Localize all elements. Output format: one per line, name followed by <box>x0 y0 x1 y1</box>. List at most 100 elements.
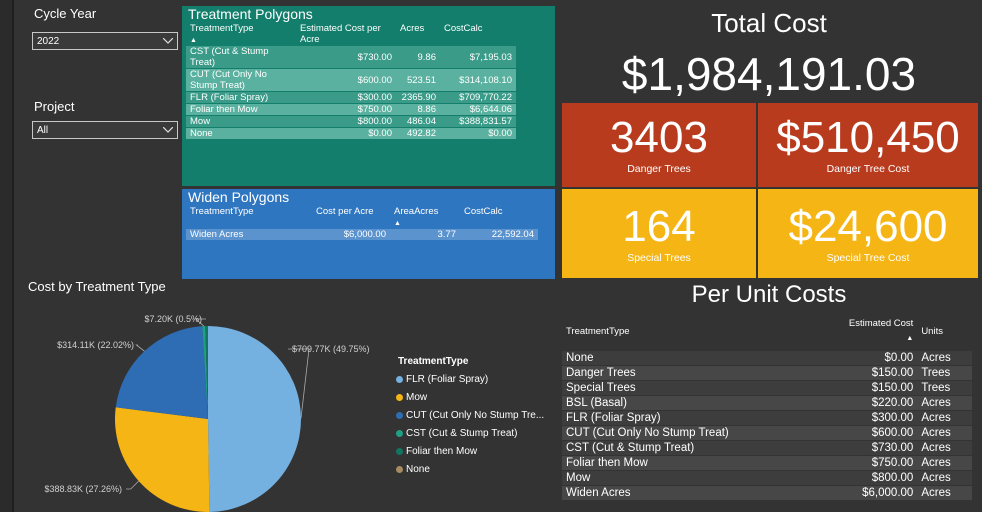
col-header[interactable]: AreaAcres ▲ <box>390 206 460 228</box>
cell: $300.00 <box>811 411 918 425</box>
cell: Acres <box>917 456 972 470</box>
table-row[interactable]: Widen Acres $6,000.00 Acres <box>562 486 972 500</box>
table-row[interactable]: Mow $800.00 486.04 $388,831.57 <box>186 116 516 127</box>
table-row[interactable]: Foliar then Mow $750.00 8.86 $6,644.06 <box>186 104 516 115</box>
pie-leader-line <box>135 344 145 352</box>
cell: Acres <box>917 411 972 425</box>
left-collapsed-pane <box>0 0 14 512</box>
pie-legend: FLR (Foliar Spray) Mow CUT (Cut Only No St… <box>396 370 544 478</box>
legend-dot-icon <box>396 393 403 401</box>
chevron-down-icon <box>162 125 174 136</box>
pie-slice[interactable] <box>114 407 210 512</box>
legend-dot-icon <box>396 411 403 419</box>
project-dropdown[interactable]: All <box>32 121 178 139</box>
cycle-year-dropdown[interactable]: 2022 <box>32 32 178 50</box>
chevron-down-icon <box>162 36 174 47</box>
cell: Widen Acres <box>562 486 812 500</box>
cell: $600.00 <box>811 426 918 440</box>
treatment-polygons-panel: Treatment Polygons TreatmentType ▲ Estima… <box>182 6 555 186</box>
cell: Mow <box>186 116 296 127</box>
pie-data-label: $7.20K (0.5%) <box>144 314 202 324</box>
total-cost-value: $1,984,191.03 <box>621 48 917 100</box>
table-row[interactable]: Danger Trees $150.00 Trees <box>562 366 972 380</box>
cell: Foliar then Mow <box>562 456 812 470</box>
cell: Acres <box>917 441 972 455</box>
cell: FLR (Foliar Spray) <box>186 92 296 103</box>
cell: $730.00 <box>811 441 918 455</box>
danger-tree-cost-card: $510,450 Danger Tree Cost <box>758 103 978 187</box>
table-row[interactable]: CST (Cut & Stump Treat) $730.00 Acres <box>562 441 972 455</box>
pie-data-label: $314.11K (22.02%) <box>57 340 134 350</box>
cell: $7,195.03 <box>440 46 516 68</box>
col-header[interactable]: CostCalc <box>440 23 516 45</box>
table-row[interactable]: FLR (Foliar Spray) $300.00 Acres <box>562 411 972 425</box>
col-header[interactable]: TreatmentType ▲ <box>186 23 296 45</box>
sort-asc-icon: ▲ <box>190 37 197 44</box>
col-header[interactable]: Units <box>917 317 972 350</box>
special-trees-value: 164 <box>622 201 696 251</box>
table-row[interactable]: Special Trees $150.00 Trees <box>562 381 972 395</box>
col-header[interactable]: TreatmentType <box>562 317 812 350</box>
cell: $314,108.10 <box>440 69 516 91</box>
cell: $730.00 <box>296 46 396 68</box>
danger-trees-card: 3403 Danger Trees <box>562 103 756 187</box>
legend-dot-icon <box>396 429 403 437</box>
cell: $0.00 <box>440 128 516 139</box>
legend-item[interactable]: CUT (Cut Only No Stump Tre... <box>396 406 544 424</box>
col-header[interactable]: Estimated Cost ▲ <box>812 317 918 350</box>
legend-item[interactable]: CST (Cut & Stump Treat) <box>396 424 544 442</box>
cell: $300.00 <box>296 92 396 103</box>
cell: Danger Trees <box>562 366 812 380</box>
legend-item[interactable]: Mow <box>396 388 544 406</box>
cell: 9.86 <box>396 46 440 68</box>
treatment-polygons-title: Treatment Polygons <box>188 6 313 22</box>
danger-trees-value: 3403 <box>610 113 708 162</box>
pie-slice[interactable] <box>208 326 302 512</box>
table-row[interactable]: BSL (Basal) $220.00 Acres <box>562 396 972 410</box>
pie-data-label: $709.77K (49.75%) <box>292 344 370 354</box>
cell: $0.00 <box>811 351 918 365</box>
cell: Acres <box>917 486 972 500</box>
cell: 8.86 <box>396 104 440 115</box>
table-row[interactable]: None $0.00 492.82 $0.00 <box>186 128 516 139</box>
pie-chart: $709.77K (49.75%) $388.83K (27.26%) $314.1… <box>44 314 370 512</box>
col-header[interactable]: TreatmentType <box>186 206 312 228</box>
table-row[interactable]: Widen Acres $6,000.00 3.77 22,592.04 <box>186 229 538 240</box>
treatment-polygons-table: TreatmentType ▲ Estimated Cost per Acre A… <box>186 22 516 140</box>
legend-label: Mow <box>406 391 428 403</box>
special-tree-cost-label: Special Tree Cost <box>826 251 910 264</box>
legend-label: Foliar then Mow <box>406 445 478 457</box>
col-header[interactable]: Estimated Cost per Acre <box>296 23 396 45</box>
cell: Acres <box>917 351 972 365</box>
sort-asc-icon: ▲ <box>906 335 914 342</box>
cell: $750.00 <box>811 456 918 470</box>
table-row[interactable]: CST (Cut & Stump Treat) $730.00 9.86 $7,195… <box>186 46 516 68</box>
table-row[interactable]: Mow $800.00 Acres <box>562 471 972 485</box>
table-row[interactable]: FLR (Foliar Spray) $300.00 2365.90 $709,770… <box>186 92 516 103</box>
cell: CUT (Cut Only No Stump Treat) <box>186 69 296 91</box>
legend-item[interactable]: None <box>396 460 544 478</box>
legend-dot-icon <box>396 375 403 383</box>
table-row[interactable]: None $0.00 Acres <box>562 351 972 365</box>
cell: None <box>186 128 296 139</box>
cell: Mow <box>562 471 812 485</box>
cell: None <box>562 351 812 365</box>
col-header[interactable]: Cost per Acre <box>312 206 390 228</box>
table-row[interactable]: CUT (Cut Only No Stump Treat) $600.00 Acre… <box>562 426 972 440</box>
legend-item[interactable]: FLR (Foliar Spray) <box>396 370 544 388</box>
table-row[interactable]: Foliar then Mow $750.00 Acres <box>562 456 972 470</box>
cycle-year-title: Cycle Year <box>34 6 97 21</box>
cell: Trees <box>917 366 972 380</box>
slicer-panel: Cycle Year 2022 Project All <box>26 0 178 268</box>
col-header[interactable]: CostCalc <box>460 206 538 228</box>
cell: CST (Cut & Stump Treat) <box>562 441 812 455</box>
cell: 523.51 <box>396 69 440 91</box>
table-row[interactable]: CUT (Cut Only No Stump Treat) $600.00 523.… <box>186 69 516 91</box>
cell: 3.77 <box>390 229 460 240</box>
widen-polygons-panel: Widen Polygons TreatmentType Cost per Ac… <box>182 189 555 279</box>
legend-item[interactable]: Foliar then Mow <box>396 442 544 460</box>
cell: $388,831.57 <box>440 116 516 127</box>
sort-asc-icon: ▲ <box>394 220 401 227</box>
cell: $709,770.22 <box>440 92 516 103</box>
col-header[interactable]: Acres <box>396 23 440 45</box>
